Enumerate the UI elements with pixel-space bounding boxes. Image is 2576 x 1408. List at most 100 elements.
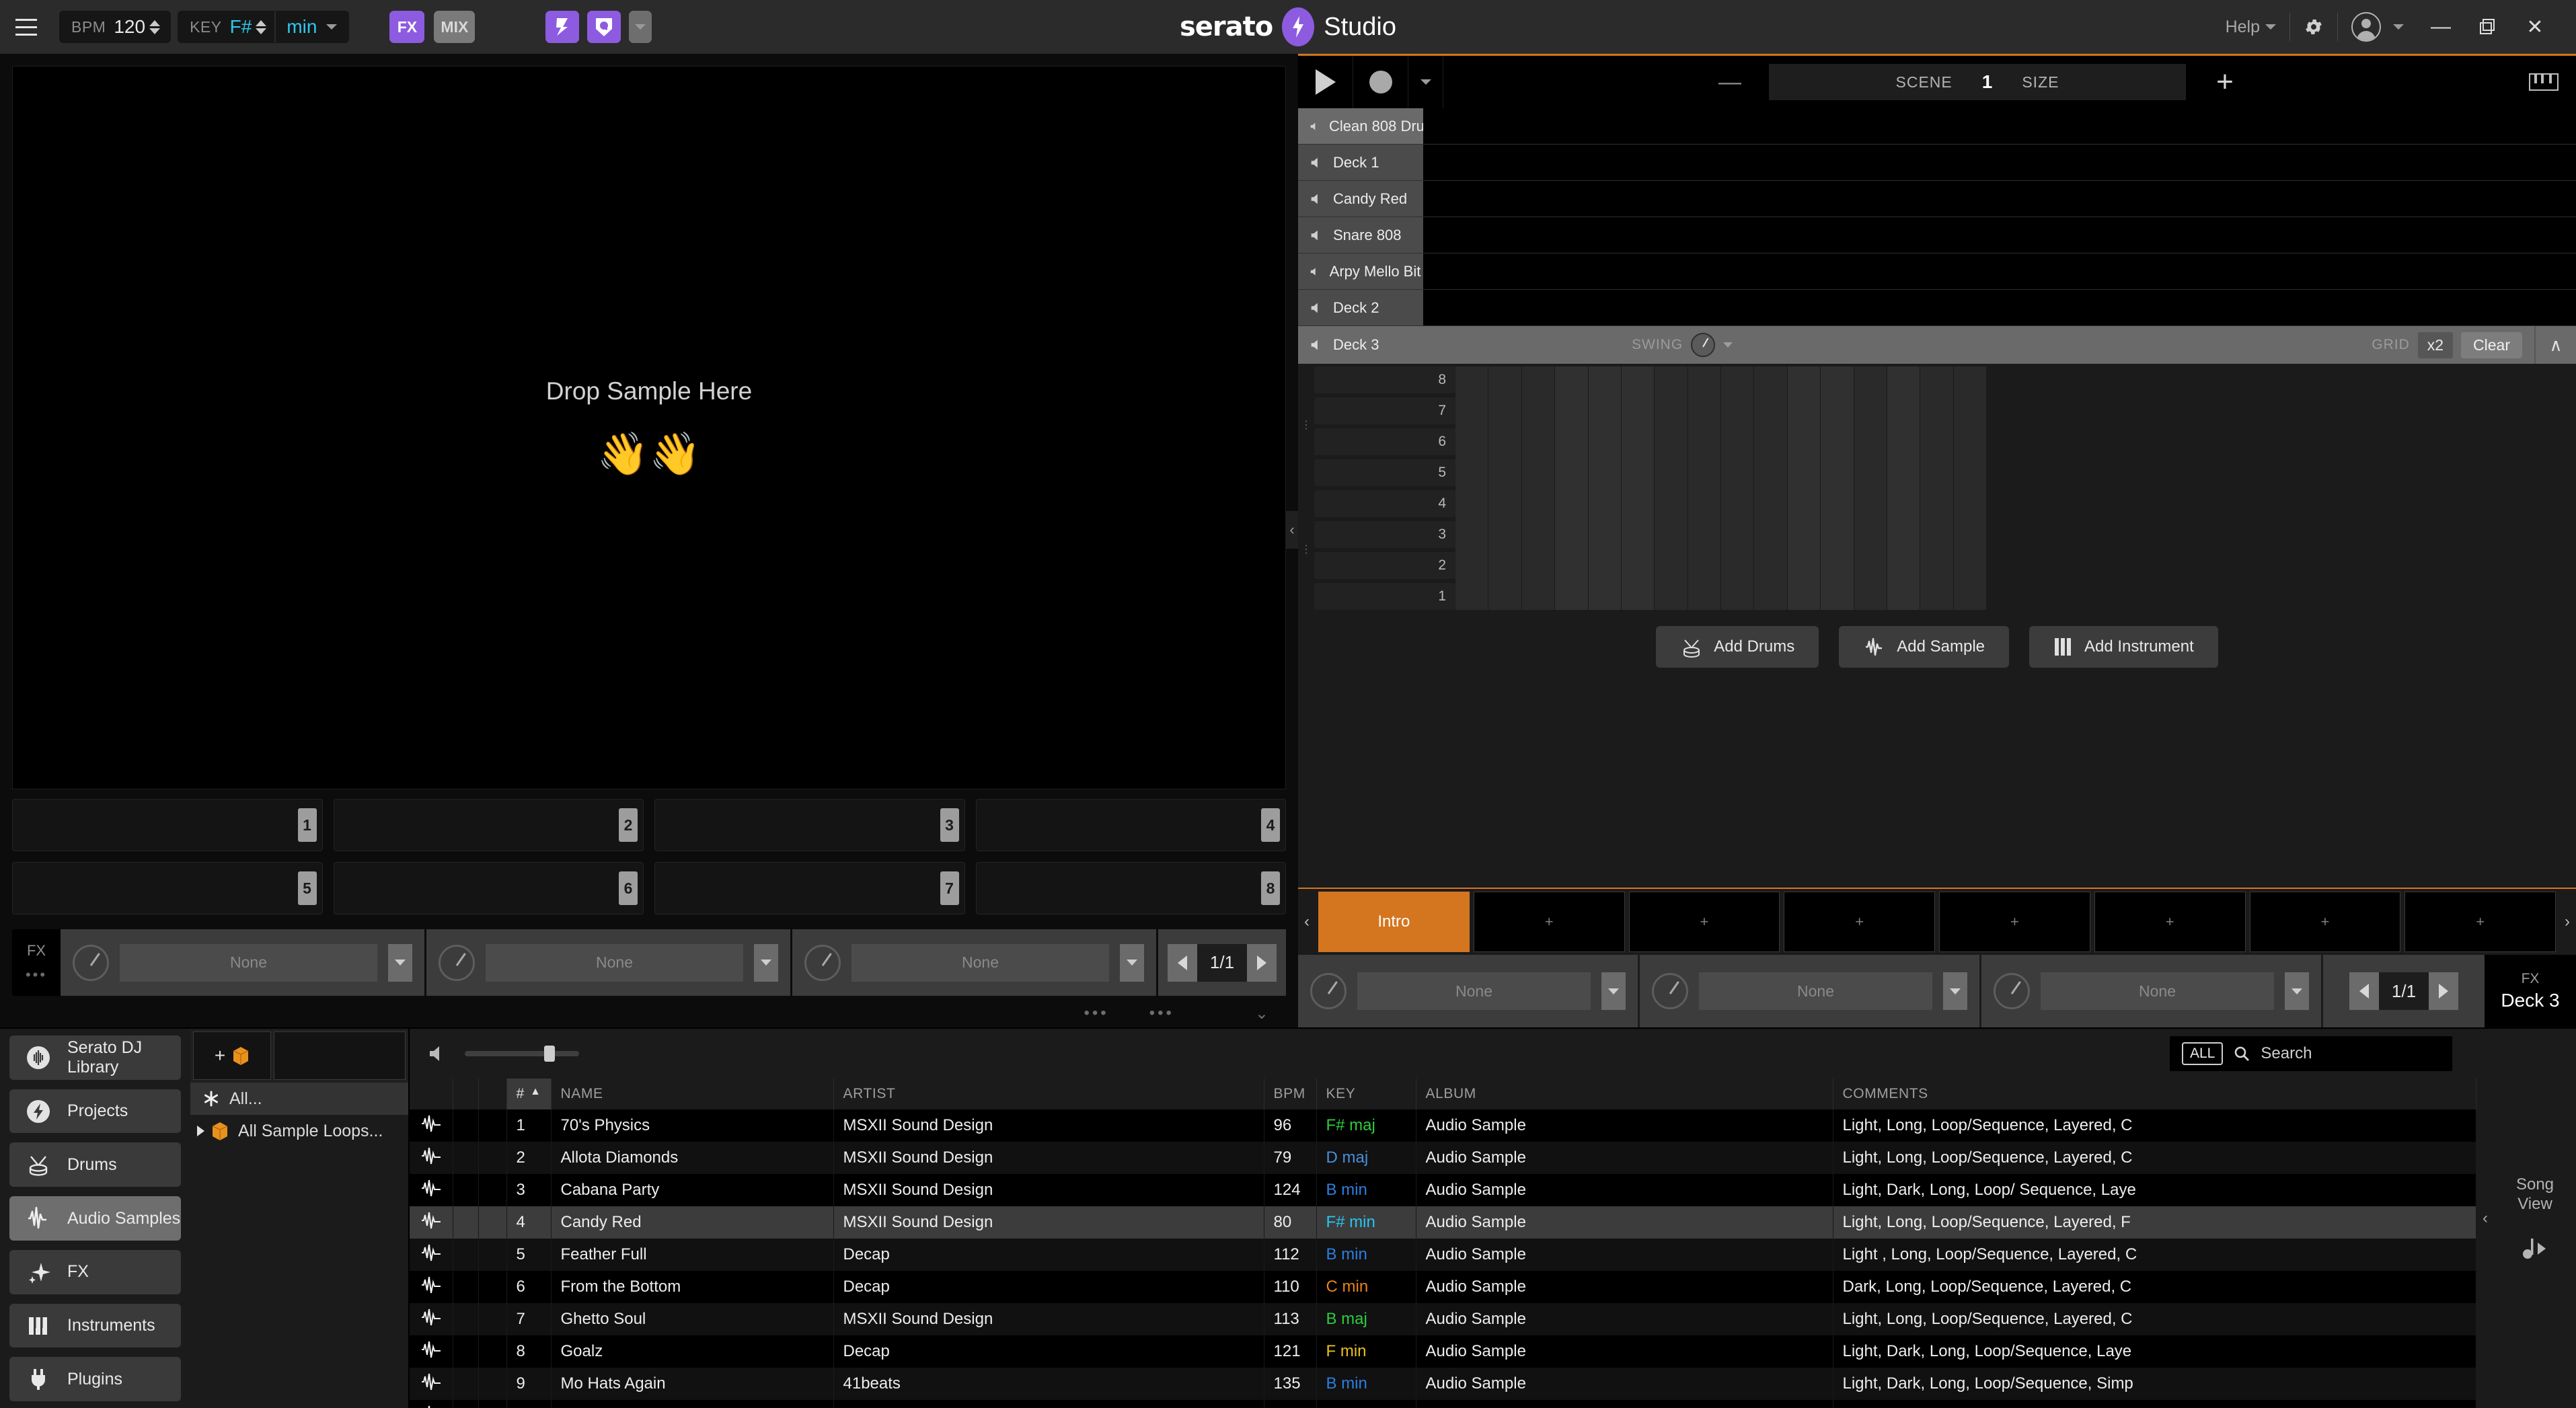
table-row[interactable]: 10 Jupiter MSXII Sound Design 120 A min …: [410, 1400, 2476, 1408]
roll-row-label[interactable]: 7: [1314, 397, 1455, 424]
track-row[interactable]: Arpy Mello Bit Sy...: [1298, 253, 2576, 290]
col-key[interactable]: KEY: [1316, 1079, 1416, 1109]
pad-3[interactable]: 3: [654, 799, 965, 852]
table-row[interactable]: 7 Ghetto Soul MSXII Sound Design 113 B m…: [410, 1303, 2476, 1335]
step-cell[interactable]: [1588, 366, 1622, 610]
settings-button[interactable]: [2290, 0, 2337, 54]
key-stepper[interactable]: [256, 19, 274, 34]
key-value[interactable]: F#: [230, 16, 256, 38]
track-lane[interactable]: [1423, 217, 2576, 253]
account-menu[interactable]: [2338, 0, 2417, 54]
clear-button[interactable]: Clear: [2461, 331, 2522, 358]
increase-size-button[interactable]: +: [2211, 67, 2238, 97]
chevron-down-icon[interactable]: [1723, 342, 1733, 348]
scene-add-slot[interactable]: +: [2094, 892, 2246, 952]
row-waveform-cell[interactable]: [410, 1174, 453, 1206]
roll-row-label[interactable]: 3: [1314, 521, 1455, 548]
col-bpm[interactable]: BPM: [1264, 1079, 1317, 1109]
sidebar-item-drums[interactable]: Drums: [9, 1142, 181, 1187]
col-blank3[interactable]: [478, 1079, 507, 1109]
chevron-down-icon[interactable]: [1943, 972, 1967, 1010]
scene-next-icon[interactable]: ›: [2559, 889, 2576, 955]
chevron-down-icon[interactable]: [754, 943, 778, 982]
col-blank2[interactable]: [453, 1079, 479, 1109]
crate-search-input[interactable]: [274, 1031, 406, 1080]
fx-knob-icon[interactable]: [73, 944, 109, 981]
scene-add-slot[interactable]: +: [1628, 892, 1780, 952]
fx-knob-icon[interactable]: [1310, 973, 1347, 1009]
preview-volume-slider[interactable]: [465, 1046, 579, 1062]
seq-fx-select-3[interactable]: None: [2041, 972, 2274, 1010]
table-row[interactable]: 9 Mo Hats Again 41beats 135 B min Audio …: [410, 1368, 2476, 1400]
add-crate-button[interactable]: +: [193, 1031, 271, 1080]
track-header[interactable]: Arpy Mello Bit Sy...: [1298, 253, 1423, 290]
transport-dropdown-icon[interactable]: [1408, 56, 1443, 108]
track-row[interactable]: Snare 808: [1298, 217, 2576, 253]
swing-knob-icon[interactable]: [1691, 333, 1716, 357]
step-cell[interactable]: [1887, 366, 1921, 610]
roll-row-label[interactable]: 5: [1314, 459, 1455, 486]
sidebar-item-audio-samples[interactable]: Audio Samples: [9, 1196, 181, 1241]
bpm-value[interactable]: 120: [114, 16, 149, 38]
seq-fx-select-2[interactable]: None: [1699, 972, 1932, 1010]
table-row[interactable]: 2 Allota Diamonds MSXII Sound Design 79 …: [410, 1142, 2476, 1174]
step-cell[interactable]: [1555, 366, 1589, 610]
roll-row-label[interactable]: 4: [1314, 490, 1455, 517]
col-name[interactable]: NAME: [551, 1079, 834, 1109]
maximize-button[interactable]: [2464, 0, 2511, 54]
step-cell[interactable]: [1721, 366, 1755, 610]
sidebar-item-plugins[interactable]: Plugins: [9, 1357, 181, 1402]
pad-5[interactable]: 5: [12, 862, 323, 915]
track-lane[interactable]: [1423, 253, 2576, 290]
track-header[interactable]: Candy Red: [1298, 181, 1423, 217]
col-comments[interactable]: COMMENTS: [1833, 1079, 2476, 1109]
close-button[interactable]: ✕: [2511, 0, 2559, 54]
sample-dropzone[interactable]: Drop Sample Here 👋👋: [12, 66, 1286, 790]
track-header[interactable]: Snare 808: [1298, 217, 1423, 253]
sidebar-item-projects[interactable]: Projects: [9, 1089, 181, 1134]
seq-fx-select-1[interactable]: None: [1357, 972, 1591, 1010]
step-grid[interactable]: [1455, 366, 1987, 610]
track-lane[interactable]: [1423, 181, 2576, 217]
scene-prev-icon[interactable]: ‹: [1298, 889, 1316, 955]
add-sample-button[interactable]: Add Sample: [1839, 626, 2010, 668]
chevron-down-icon[interactable]: [2285, 972, 2309, 1010]
pad-6[interactable]: 6: [333, 862, 644, 915]
bpm-control[interactable]: BPM 120: [59, 11, 172, 43]
crate-item-all-sample-loops[interactable]: All Sample Loops...: [190, 1115, 408, 1147]
speaker-preview-icon[interactable]: [427, 1044, 450, 1064]
seq-fx-slot-2[interactable]: None: [1640, 955, 1981, 1027]
scene-intro[interactable]: Intro: [1318, 892, 1470, 952]
table-row[interactable]: 3 Cabana Party MSXII Sound Design 124 B …: [410, 1174, 2476, 1206]
scene-add-slot[interactable]: +: [1784, 892, 1935, 952]
row-waveform-cell[interactable]: [410, 1271, 453, 1303]
track-row[interactable]: Deck 2: [1298, 290, 2576, 326]
roll-row-label[interactable]: 2: [1314, 552, 1455, 579]
fx-select-3[interactable]: None: [851, 943, 1109, 982]
expand-arrow-icon[interactable]: [197, 1126, 204, 1136]
fx-select-1[interactable]: None: [120, 943, 377, 982]
col-waveform[interactable]: [410, 1079, 453, 1109]
library-search-box[interactable]: ALL Search: [2170, 1036, 2452, 1071]
track-header[interactable]: Clean 808 Drum Kit: [1298, 108, 1423, 145]
table-row[interactable]: 4 Candy Red MSXII Sound Design 80 F# min…: [410, 1206, 2476, 1239]
col-album[interactable]: ALBUM: [1416, 1079, 1833, 1109]
roll-drag-rail[interactable]: ⋮ ⋮: [1298, 364, 1314, 613]
step-cell[interactable]: [1621, 366, 1655, 610]
grid-x2-button[interactable]: x2: [2417, 331, 2454, 358]
step-cell[interactable]: [1655, 366, 1688, 610]
collapse-track-icon[interactable]: ∧: [2534, 326, 2576, 364]
track-lane[interactable]: [1423, 145, 2576, 181]
fx-prev-page-button[interactable]: [1168, 943, 1197, 982]
help-menu[interactable]: Help: [2212, 0, 2289, 54]
pad-1[interactable]: 1: [12, 799, 323, 852]
sidebar-item-serato-dj-library[interactable]: Serato DJ Library: [9, 1035, 181, 1080]
chevron-down-icon[interactable]: [326, 24, 338, 30]
fx-knob-icon[interactable]: [1994, 973, 2030, 1009]
key-control[interactable]: KEY F# min: [178, 11, 350, 43]
step-cell[interactable]: [1522, 366, 1556, 610]
music-note-play-icon[interactable]: [2520, 1235, 2550, 1261]
fx-deck-indicator[interactable]: FX Deck 3: [2485, 955, 2576, 1027]
record-button[interactable]: [1353, 56, 1408, 108]
fx-slot-1[interactable]: None: [61, 929, 426, 996]
